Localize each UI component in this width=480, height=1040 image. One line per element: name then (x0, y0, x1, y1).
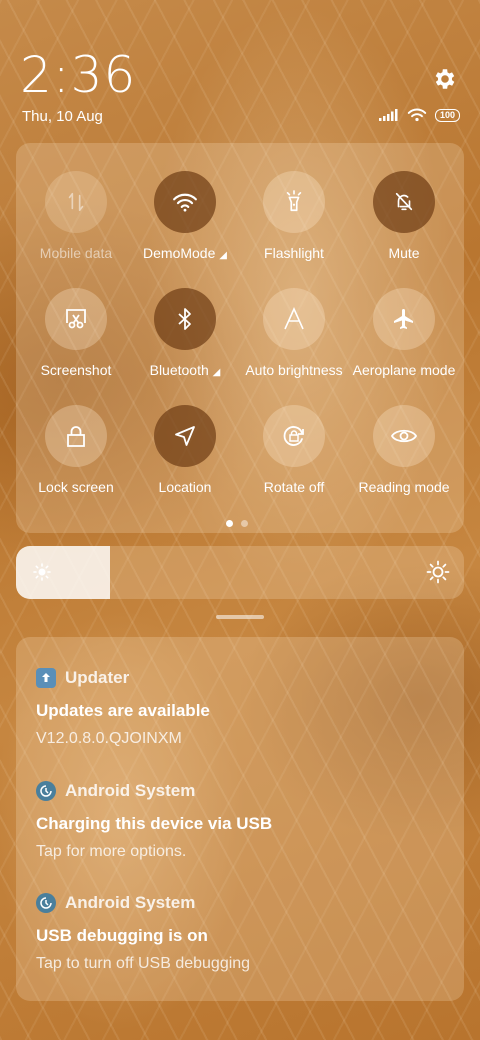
tile-label: Lock screen (38, 479, 114, 495)
tile-mobile-data[interactable]: Mobile data (21, 171, 131, 261)
tile-location[interactable]: Location (130, 405, 240, 495)
flashlight-icon (286, 190, 302, 212)
screenshot-icon (66, 309, 86, 329)
notification-usb-charging[interactable]: Android System Charging this device via … (36, 781, 444, 861)
expand-arrow-icon: ◢ (219, 250, 227, 261)
tile-demomode[interactable]: DemoMode ◢ (130, 171, 240, 261)
bluetooth-icon (178, 308, 191, 330)
tile-reading-mode[interactable]: Reading mode (349, 405, 459, 495)
notification-app-name: Updater (65, 668, 130, 687)
rotate-lock-icon (283, 426, 304, 446)
tile-label: Location (158, 479, 212, 495)
notification-title: Updates are available (36, 701, 210, 720)
notification-text: Tap to turn off USB debugging (36, 955, 251, 972)
brightness-low-icon (33, 563, 51, 581)
brightness-fill (16, 546, 111, 599)
wifi-icon (173, 193, 197, 212)
lock-icon (67, 426, 85, 447)
bell-off-icon (395, 192, 413, 211)
expand-arrow-icon: ◢ (212, 367, 221, 378)
notification-title: Charging this device via USB (36, 814, 273, 833)
date[interactable]: Thu, 10 Aug (22, 108, 103, 125)
tile-label: Aeroplane mode (352, 362, 456, 378)
tile-aeroplane-mode[interactable]: Aeroplane mode (349, 288, 459, 378)
notification-text: V12.0.8.0.QJOINXM (36, 730, 182, 747)
tile-label: Mobile data (39, 245, 113, 261)
brightness-slider[interactable] (16, 546, 464, 599)
tile-label: Flashlight (264, 245, 324, 261)
notification-updater[interactable]: Updater Updates are available V12.0.8.0.… (36, 668, 444, 748)
gear-icon[interactable] (432, 66, 458, 92)
eye-icon (390, 429, 418, 443)
tile-auto-brightness[interactable]: Auto brightness (239, 288, 349, 378)
tile-label: Rotate off (263, 479, 325, 495)
updater-app-icon (36, 668, 56, 688)
tile-label: DemoMode (143, 245, 216, 261)
tile-label: Auto brightness (245, 362, 343, 378)
tile-label: Mute (388, 245, 420, 261)
page-indicator (226, 520, 248, 527)
auto-brightness-icon (284, 307, 304, 330)
location-icon (175, 426, 195, 446)
signal-icon (378, 109, 398, 121)
notification-app-name: Android System (65, 893, 196, 912)
tile-label: Screenshot (40, 362, 112, 378)
page-dot-active (226, 520, 233, 527)
drag-handle[interactable] (216, 615, 264, 619)
battery-indicator: 100 (434, 108, 460, 122)
page-dot (241, 520, 248, 527)
notification-text: Tap for more options. (36, 843, 187, 860)
tile-label: Reading mode (358, 479, 450, 495)
status-bar-icons: 100 (378, 108, 460, 122)
android-system-icon (36, 781, 56, 801)
wifi-status-icon (407, 108, 427, 122)
notification-title: USB debugging is on (36, 926, 208, 945)
tile-bluetooth[interactable]: Bluetooth ◢ (130, 288, 240, 378)
notification-app-name: Android System (65, 781, 196, 800)
tile-rotate-off[interactable]: Rotate off (239, 405, 349, 495)
tile-screenshot[interactable]: Screenshot (21, 288, 131, 378)
android-system-icon (36, 893, 56, 913)
clock[interactable]: 2:36 (20, 46, 136, 104)
tile-mute[interactable]: Mute (349, 171, 459, 261)
tile-lock-screen[interactable]: Lock screen (21, 405, 131, 495)
airplane-icon (394, 309, 413, 329)
tile-flashlight[interactable]: Flashlight (239, 171, 349, 261)
tile-label: Bluetooth (149, 362, 209, 378)
brightness-high-icon (426, 560, 450, 584)
mobile-data-icon (68, 192, 84, 212)
notification-usb-debugging[interactable]: Android System USB debugging is on Tap t… (36, 893, 444, 973)
